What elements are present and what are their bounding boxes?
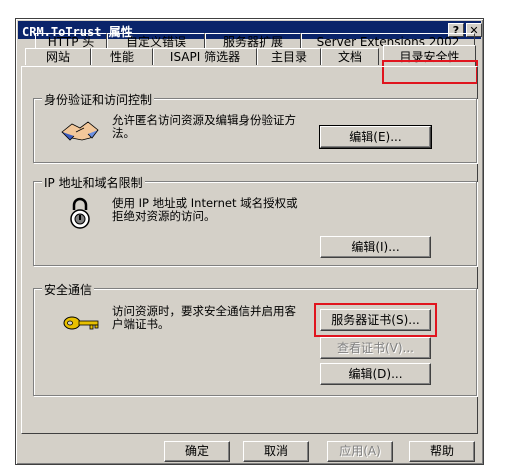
tab-server-extensions[interactable]: 服务器扩展 [205, 33, 301, 49]
ok-button[interactable]: 确定 [164, 441, 230, 462]
auth-group-label: 身份验证和访问控制 [42, 91, 155, 108]
help-button[interactable]: 帮助 [409, 441, 475, 462]
cancel-button[interactable]: 取消 [243, 441, 309, 462]
auth-description: 允许匿名访问资源及编辑身份验证方 法。 [112, 113, 296, 140]
handshake-icon [60, 114, 100, 144]
ip-edit-button[interactable]: 编辑(I)... [320, 236, 431, 258]
tab-website[interactable]: 网站 [25, 48, 91, 65]
ip-description: 使用 IP 地址或 Internet 域名授权或 拒绝对资源的访问。 [112, 196, 298, 223]
key-icon [62, 312, 100, 334]
view-certificate-button[interactable]: 查看证书(V)... [320, 337, 431, 359]
highlight-server-cert-box [314, 303, 437, 337]
secure-description: 访问资源时，要求安全通信并启用客 户端证书。 [112, 304, 296, 331]
secure-edit-button[interactable]: 编辑(D)... [320, 363, 431, 385]
secure-group-label: 安全通信 [42, 281, 95, 298]
auth-edit-button[interactable]: 编辑(E)... [319, 125, 432, 149]
tab-home-directory[interactable]: 主目录 [257, 48, 321, 65]
apply-button[interactable]: 应用(A) [327, 441, 393, 462]
tab-http-headers[interactable]: HTTP 头 [35, 33, 107, 49]
tab-documents[interactable]: 文档 [321, 48, 379, 65]
ip-group-label: IP 地址和域名限制 [42, 174, 145, 191]
padlock-icon [66, 196, 94, 230]
tab-performance[interactable]: 性能 [91, 48, 153, 65]
tab-isapi-filters[interactable]: ISAPI 筛选器 [153, 48, 257, 65]
tab-custom-errors[interactable]: 自定义错误 [107, 33, 205, 49]
